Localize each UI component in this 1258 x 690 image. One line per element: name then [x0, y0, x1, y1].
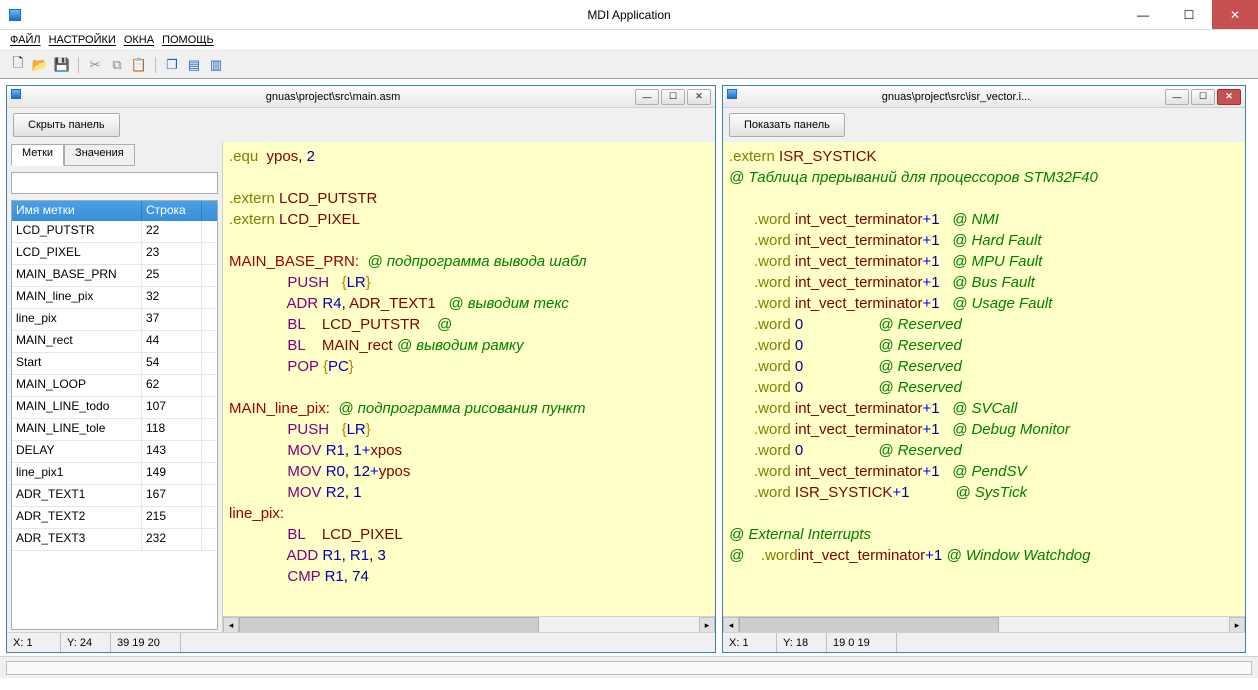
toolbar: 🗋 📂 💾 ✂ ⧉ 📋 ❐ ▤ ▥: [0, 51, 1258, 79]
menubar: ФАЙЛ НАСТРОЙКИ ОКНА ПОМОЩЬ: [0, 30, 1258, 51]
code-editor-right[interactable]: .extern ISR_SYSTICK@ Таблица прерываний …: [723, 142, 1245, 632]
table-row[interactable]: MAIN_LOOP62: [12, 375, 217, 397]
close-button[interactable]: ✕: [1212, 0, 1258, 29]
status-y: Y: 18: [777, 633, 827, 652]
menu-settings[interactable]: НАСТРОЙКИ: [49, 34, 116, 46]
editor-statusbar: X: 1 Y: 24 39 19 20: [7, 632, 715, 652]
mdi-close-button[interactable]: ✕: [1217, 89, 1241, 105]
hide-panel-button[interactable]: Скрыть панель: [13, 113, 120, 137]
mdi-window-main-asm: gnuas\project\src\main.asm — ☐ ✕ Скрыть …: [6, 85, 716, 653]
col-header-line[interactable]: Строка: [142, 201, 202, 221]
toolbar-separator: [155, 57, 156, 73]
mdi-minimize-button[interactable]: —: [635, 89, 659, 105]
scroll-thumb[interactable]: [739, 617, 999, 632]
table-row[interactable]: MAIN_BASE_PRN25: [12, 265, 217, 287]
maximize-button[interactable]: ☐: [1166, 0, 1212, 29]
tab-values[interactable]: Значения: [64, 144, 135, 166]
tab-labels[interactable]: Метки: [11, 144, 64, 166]
status-x: X: 1: [723, 633, 777, 652]
toolbar-separator: [78, 57, 79, 73]
mdi-window-isr-vector: gnuas\project\src\isr_vector.i... — ☐ ✕ …: [722, 85, 1246, 653]
horizontal-scrollbar[interactable]: ◂ ▸: [223, 616, 715, 632]
table-row[interactable]: LCD_PIXEL23: [12, 243, 217, 265]
label-filter-input[interactable]: [11, 172, 218, 194]
scroll-right-button[interactable]: ▸: [1229, 617, 1245, 632]
mdi-area: gnuas\project\src\main.asm — ☐ ✕ Скрыть …: [0, 79, 1258, 656]
status-track: [6, 661, 1252, 675]
mdi-titlebar[interactable]: gnuas\project\src\isr_vector.i... — ☐ ✕: [723, 86, 1245, 108]
mdi-close-button[interactable]: ✕: [687, 89, 711, 105]
labels-sidebar: Метки Значения Имя метки Строка LCD_PUTS…: [7, 142, 223, 632]
status-x: X: 1: [7, 633, 61, 652]
cut-icon[interactable]: ✂: [87, 57, 103, 73]
copy-icon[interactable]: ⧉: [109, 57, 125, 73]
minimize-button[interactable]: —: [1120, 0, 1166, 29]
titlebar: MDI Application — ☐ ✕: [0, 0, 1258, 30]
col-header-name[interactable]: Имя метки: [12, 201, 142, 221]
code-editor-left[interactable]: .equ ypos, 2 .extern LCD_PUTSTR.extern L…: [223, 142, 715, 632]
table-row[interactable]: Start54: [12, 353, 217, 375]
editor-statusbar: X: 1 Y: 18 19 0 19: [723, 632, 1245, 652]
open-file-icon[interactable]: 📂: [32, 57, 48, 73]
menu-help[interactable]: ПОМОЩЬ: [162, 34, 214, 46]
status-sel: 19 0 19: [827, 633, 897, 652]
window-controls: — ☐ ✕: [1120, 0, 1258, 29]
table-row[interactable]: MAIN_LINE_tole118: [12, 419, 217, 441]
table-row[interactable]: DELAY143: [12, 441, 217, 463]
paste-icon[interactable]: 📋: [131, 57, 147, 73]
scroll-right-button[interactable]: ▸: [699, 617, 715, 632]
tile-horizontal-icon[interactable]: ▤: [186, 57, 202, 73]
scroll-left-button[interactable]: ◂: [723, 617, 739, 632]
table-row[interactable]: ADR_TEXT3232: [12, 529, 217, 551]
new-file-icon[interactable]: 🗋: [10, 57, 26, 73]
show-panel-button[interactable]: Показать панель: [729, 113, 845, 137]
document-icon: [11, 89, 27, 105]
labels-table: Имя метки Строка LCD_PUTSTR22LCD_PIXEL23…: [11, 200, 218, 630]
cascade-windows-icon[interactable]: ❐: [164, 57, 180, 73]
menu-file[interactable]: ФАЙЛ: [10, 34, 41, 46]
table-row[interactable]: MAIN_line_pix32: [12, 287, 217, 309]
mdi-title-text: gnuas\project\src\main.asm: [31, 91, 635, 103]
app-icon: [0, 9, 30, 21]
table-row[interactable]: MAIN_LINE_todo107: [12, 397, 217, 419]
tile-vertical-icon[interactable]: ▥: [208, 57, 224, 73]
save-file-icon[interactable]: 💾: [54, 57, 70, 73]
status-y: Y: 24: [61, 633, 111, 652]
scroll-left-button[interactable]: ◂: [223, 617, 239, 632]
mdi-titlebar[interactable]: gnuas\project\src\main.asm — ☐ ✕: [7, 86, 715, 108]
table-row[interactable]: MAIN_rect44: [12, 331, 217, 353]
app-statusbar: [0, 656, 1258, 678]
table-row[interactable]: line_pix1149: [12, 463, 217, 485]
table-row[interactable]: LCD_PUTSTR22: [12, 221, 217, 243]
table-row[interactable]: ADR_TEXT1167: [12, 485, 217, 507]
document-icon: [727, 89, 743, 105]
horizontal-scrollbar[interactable]: ◂ ▸: [723, 616, 1245, 632]
mdi-maximize-button[interactable]: ☐: [1191, 89, 1215, 105]
mdi-title-text: gnuas\project\src\isr_vector.i...: [747, 91, 1165, 103]
status-sel: 39 19 20: [111, 633, 181, 652]
table-row[interactable]: line_pix37: [12, 309, 217, 331]
menu-windows[interactable]: ОКНА: [124, 34, 154, 46]
app-title: MDI Application: [587, 8, 670, 22]
mdi-minimize-button[interactable]: —: [1165, 89, 1189, 105]
table-row[interactable]: ADR_TEXT2215: [12, 507, 217, 529]
scroll-thumb[interactable]: [239, 617, 539, 632]
mdi-maximize-button[interactable]: ☐: [661, 89, 685, 105]
